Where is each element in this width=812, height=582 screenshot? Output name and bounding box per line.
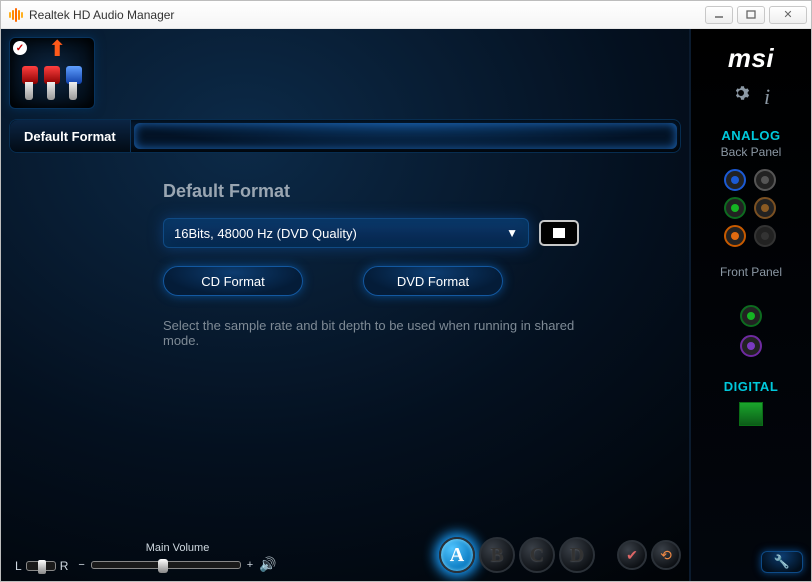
settings-gear-icon[interactable]	[732, 84, 750, 110]
tab-bar-spacer	[134, 123, 677, 149]
app-body: ✓ ⬆ Default Format Default Format 16Bit	[1, 29, 811, 581]
device-active-check-icon: ✓	[13, 41, 27, 55]
scene-d-button[interactable]: D	[559, 537, 595, 573]
volume-plus[interactable]: +	[247, 559, 253, 571]
maximize-button[interactable]	[737, 6, 765, 24]
apply-button[interactable]: ✔	[617, 540, 647, 570]
test-play-button[interactable]	[539, 220, 579, 246]
minimize-button[interactable]	[705, 6, 733, 24]
jack-line-in[interactable]	[724, 169, 746, 191]
info-icon[interactable]: i	[764, 84, 770, 110]
tab-default-format[interactable]: Default Format	[10, 120, 131, 152]
digital-output-icon[interactable]	[739, 402, 763, 426]
scene-b-button[interactable]: B	[479, 537, 515, 573]
section-title: Default Format	[163, 181, 673, 202]
app-icon	[9, 8, 23, 22]
speaker-icon[interactable]: 🔊	[259, 556, 276, 573]
volume-minus[interactable]: −	[78, 559, 84, 571]
help-text: Select the sample rate and bit depth to …	[163, 318, 579, 348]
jack-line-out[interactable]	[724, 197, 746, 219]
analog-label: ANALOG	[721, 128, 780, 143]
main-area: ✓ ⬆ Default Format Default Format 16Bit	[1, 29, 689, 581]
front-jack-hp[interactable]	[740, 305, 762, 327]
tab-bar: Default Format	[9, 119, 681, 153]
digital-label: DIGITAL	[724, 379, 779, 394]
dvd-format-button[interactable]: DVD Format	[363, 266, 503, 296]
scene-a-button[interactable]: A	[439, 537, 475, 573]
revert-button[interactable]: ⟲	[651, 540, 681, 570]
balance-left-label: L	[15, 559, 22, 573]
side-panel: msi i ANALOG Back Panel Front Panel	[689, 29, 811, 581]
device-selector[interactable]: ✓ ⬆	[9, 37, 95, 109]
format-select-value: 16Bits, 48000 Hz (DVD Quality)	[174, 226, 357, 241]
window-title: Realtek HD Audio Manager	[29, 8, 701, 22]
back-panel-jacks	[724, 169, 778, 247]
jack-center[interactable]	[754, 197, 776, 219]
settings-panel: Default Format 16Bits, 48000 Hz (DVD Qua…	[17, 177, 673, 575]
format-select[interactable]: 16Bits, 48000 Hz (DVD Quality) ▼	[163, 218, 529, 248]
titlebar: Realtek HD Audio Manager ✕	[1, 1, 811, 29]
front-jack-mic[interactable]	[740, 335, 762, 357]
jack-side[interactable]	[754, 169, 776, 191]
front-panel-label: Front Panel	[720, 265, 782, 279]
advanced-settings-button[interactable]: 🔧	[761, 551, 803, 573]
app-window: Realtek HD Audio Manager ✕ ✓ ⬆ Default F…	[0, 0, 812, 582]
balance-right-label: R	[60, 559, 69, 573]
volume-label: Main Volume	[78, 542, 276, 554]
cd-format-button[interactable]: CD Format	[163, 266, 303, 296]
rca-plugs-icon	[10, 54, 94, 100]
jack-rear[interactable]	[754, 225, 776, 247]
chevron-down-icon: ▼	[506, 226, 518, 240]
bottom-controls: L R Main Volume − + 🔊 A B C	[15, 521, 681, 573]
close-button[interactable]: ✕	[769, 6, 807, 24]
scene-c-button[interactable]: C	[519, 537, 555, 573]
back-panel-label: Back Panel	[721, 145, 782, 159]
jack-mic[interactable]	[724, 225, 746, 247]
brand-logo: msi	[728, 43, 774, 74]
volume-slider[interactable]	[91, 561, 241, 569]
balance-control[interactable]: L R	[15, 559, 68, 573]
stop-icon	[553, 228, 565, 238]
